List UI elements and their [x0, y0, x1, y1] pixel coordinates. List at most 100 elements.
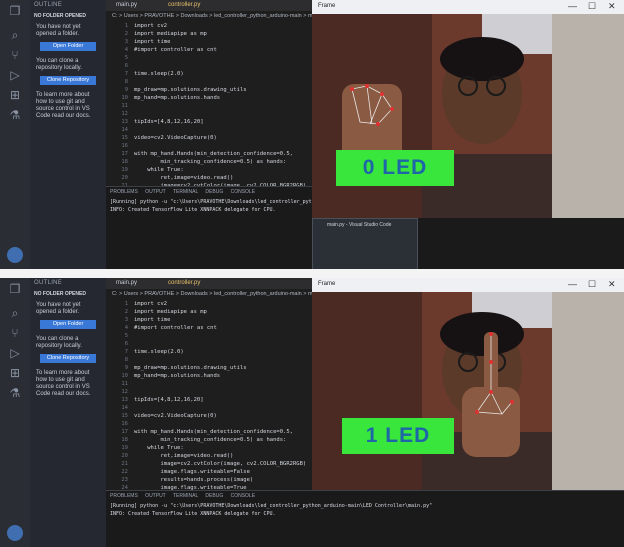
line-number: 18: [121, 437, 128, 443]
terminal-line: INFO: Created TensorFlow Lite XNNPACK de…: [110, 207, 276, 213]
code-line[interactable]: 1 import cv2: [106, 300, 167, 308]
code-line[interactable]: 22 image.flags.writeable=False: [106, 468, 250, 476]
clone-repository-button[interactable]: Clone Repository: [40, 354, 96, 363]
extensions-icon[interactable]: ⊞: [8, 88, 22, 102]
code-line[interactable]: 9 mp_draw=mp.solutions.drawing_utils: [106, 364, 247, 372]
terminal-tabs[interactable]: PROBLEMS OUTPUT TERMINAL DEBUG CONSOLE: [110, 189, 255, 195]
line-number: 1: [124, 301, 128, 307]
code-line[interactable]: 3 import time: [106, 38, 171, 46]
code-line[interactable]: 16: [106, 142, 134, 150]
code-line[interactable]: 4 #import controller as cnt: [106, 324, 217, 332]
taskbar-preview[interactable]: main.py - Visual Studio Code: [312, 218, 418, 269]
tab-controller-py[interactable]: controller.py: [168, 2, 200, 8]
files-icon[interactable]: ❐: [8, 282, 22, 296]
code-text: while True:: [134, 167, 184, 173]
line-number: 19: [121, 445, 128, 451]
code-line[interactable]: 12: [106, 110, 134, 118]
close-icon[interactable]: ✕: [608, 1, 616, 12]
open-folder-button[interactable]: Open Folder: [40, 42, 96, 51]
code-line[interactable]: 16: [106, 420, 134, 428]
run-debug-icon[interactable]: ▷: [8, 346, 22, 360]
code-line[interactable]: 1 import cv2: [106, 22, 167, 30]
search-icon[interactable]: ⌕: [8, 28, 22, 42]
code-line[interactable]: 12: [106, 388, 134, 396]
webcam-image: [312, 14, 624, 218]
code-line[interactable]: 4 #import controller as cnt: [106, 46, 217, 54]
code-line[interactable]: 19 while True:: [106, 166, 184, 174]
code-line[interactable]: 18 min_tracking_confidence=0.5) as hands…: [106, 436, 286, 444]
line-number: 7: [124, 349, 128, 355]
code-line[interactable]: 2 import mediapipe as mp: [106, 30, 207, 38]
code-line[interactable]: 8: [106, 356, 134, 364]
open-folder-button[interactable]: Open Folder: [40, 320, 96, 329]
tab-main-py[interactable]: main.py: [116, 2, 137, 8]
code-line[interactable]: 3 import time: [106, 316, 171, 324]
code-line[interactable]: 14: [106, 126, 134, 134]
code-line[interactable]: 9 mp_draw=mp.solutions.drawing_utils: [106, 86, 247, 94]
code-line[interactable]: 7 time.sleep(2.0): [106, 348, 184, 356]
source-control-icon[interactable]: ⑂: [8, 326, 22, 340]
code-line[interactable]: 8: [106, 78, 134, 86]
code-line[interactable]: 15 video=cv2.VideoCapture(0): [106, 134, 216, 142]
maximize-icon[interactable]: ☐: [588, 1, 596, 12]
code-line[interactable]: 18 min_tracking_confidence=0.5) as hands…: [106, 158, 286, 166]
code-line[interactable]: 21 image=cv2.cvtColor(image, cv2.COLOR_B…: [106, 460, 306, 468]
line-number: 5: [124, 55, 128, 61]
code-line[interactable]: 20 ret,image=video.read(): [106, 452, 233, 460]
code-line[interactable]: 2 import mediapipe as mp: [106, 308, 207, 316]
code-line[interactable]: 11: [106, 380, 134, 388]
code-line[interactable]: 19 while True:: [106, 444, 183, 452]
line-number: 10: [121, 95, 128, 101]
account-icon[interactable]: [7, 525, 23, 541]
code-line[interactable]: 14: [106, 404, 134, 412]
code-line[interactable]: 13 tipIds=[4,8,12,16,20]: [106, 396, 203, 404]
run-debug-icon[interactable]: ▷: [8, 68, 22, 82]
line-number: 8: [124, 357, 128, 363]
search-icon[interactable]: ⌕: [8, 306, 22, 320]
code-line[interactable]: 10 mp_hand=mp.solutions.hands: [106, 94, 220, 102]
minimize-icon[interactable]: —: [568, 1, 577, 11]
line-number: 8: [124, 79, 128, 85]
code-text: time.sleep(2.0): [134, 349, 184, 355]
code-line[interactable]: 17 with mp_hand.Hands(min_detection_confi…: [106, 150, 293, 158]
close-icon[interactable]: ✕: [608, 279, 616, 290]
code-line[interactable]: 6: [106, 62, 134, 70]
code-line[interactable]: 13 tipIds=[4,8,12,16,20]: [106, 118, 203, 126]
tab-main-py[interactable]: main.py: [116, 280, 137, 286]
clone-repository-button[interactable]: Clone Repository: [40, 76, 96, 85]
line-number: 5: [124, 333, 128, 339]
code-line[interactable]: 15 video=cv2.VideoCapture(0): [106, 412, 217, 420]
code-line[interactable]: 20 ret,image=video.read(): [106, 174, 233, 182]
testing-icon[interactable]: ⚗: [8, 386, 22, 400]
files-icon[interactable]: ❐: [8, 4, 22, 18]
code-text: time.sleep(2.0): [134, 71, 184, 77]
code-text: image=cv2.cvtColor(image, cv2.COLOR_BGR2…: [134, 461, 307, 467]
code-line[interactable]: 11: [106, 102, 134, 110]
explorer-sidebar: OUTLINE NO FOLDER OPENED You have not ye…: [30, 278, 106, 547]
code-line[interactable]: 6: [106, 340, 134, 348]
line-number: 12: [121, 389, 128, 395]
code-line[interactable]: 5: [106, 54, 134, 62]
window-titlebar: Frame — ☐ ✕: [312, 0, 624, 14]
account-icon[interactable]: [7, 247, 23, 263]
code-line[interactable]: 7 time.sleep(2.0): [106, 70, 184, 78]
terminal-tabs[interactable]: PROBLEMS OUTPUT TERMINAL DEBUG CONSOLE: [110, 493, 255, 499]
maximize-icon[interactable]: ☐: [588, 279, 596, 290]
code-text: video=cv2.VideoCapture(0): [134, 413, 217, 419]
testing-icon[interactable]: ⚗: [8, 108, 22, 122]
code-text: ret,image=video.read(): [134, 175, 234, 181]
screen-panel-top: ❐ ⌕ ⑂ ▷ ⊞ ⚗ OUTLINE NO FOLDER OPENED You…: [0, 0, 624, 269]
tab-controller-py[interactable]: controller.py: [168, 280, 200, 286]
code-line[interactable]: 17 with mp_hand.Hands(min_detection_confi…: [106, 428, 293, 436]
activity-bar: ❐ ⌕ ⑂ ▷ ⊞ ⚗: [0, 0, 30, 269]
minimize-icon[interactable]: —: [568, 279, 577, 289]
source-control-icon[interactable]: ⑂: [8, 48, 22, 62]
code-text: results=hands.process(image): [134, 477, 254, 483]
code-line[interactable]: 5: [106, 332, 134, 340]
breadcrumb: C: > Users > PRAVOTHE > Downloads > led_…: [112, 291, 328, 297]
code-line[interactable]: 10 mp_hand=mp.solutions.hands: [106, 372, 220, 380]
code-line[interactable]: 23 results=hands.process(image): [106, 476, 253, 484]
line-number: 3: [124, 39, 128, 45]
code-text: #import controller as cnt: [134, 47, 217, 53]
extensions-icon[interactable]: ⊞: [8, 366, 22, 380]
